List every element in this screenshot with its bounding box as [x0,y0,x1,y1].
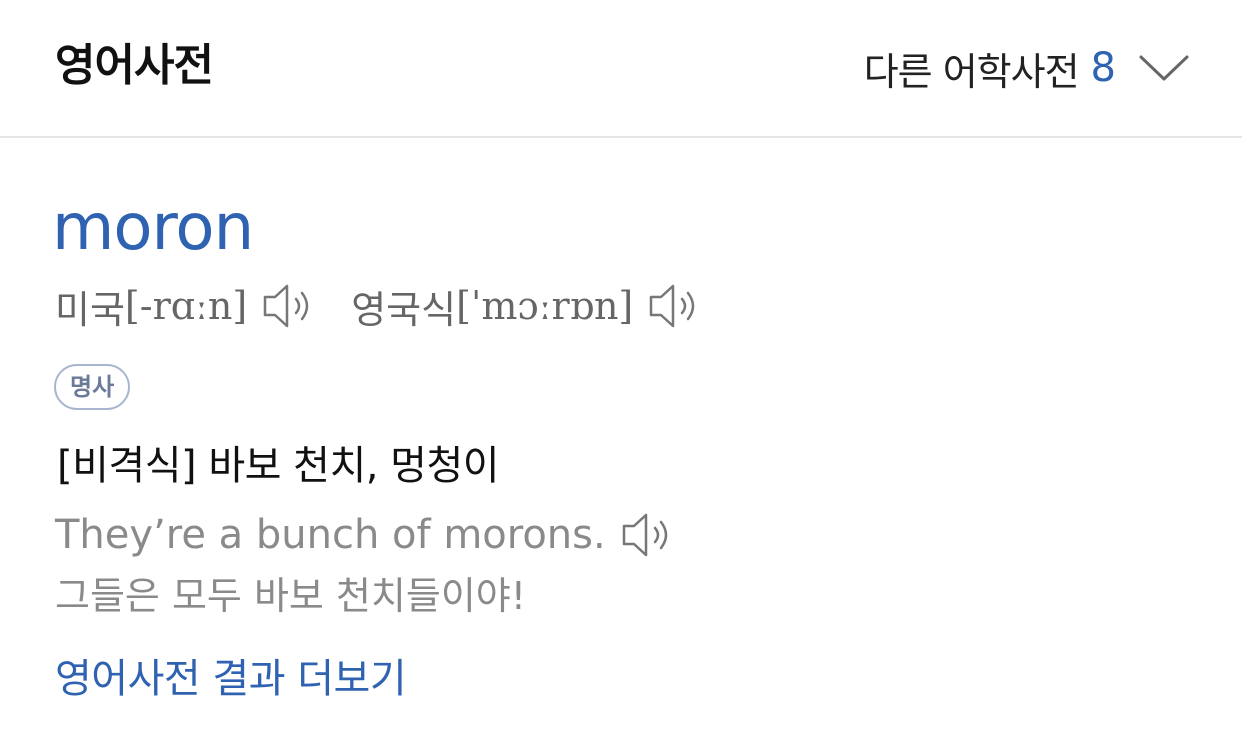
pronunciation-uk-ipa: [ˈmɔːrɒn] [456,284,634,328]
definition-text: [비격식] 바보 천치, 멍청이 [57,443,500,489]
pronunciation-us-ipa: [-rɑːn] [124,284,248,328]
other-dictionaries-label: 다른 어학사전 [863,49,1080,94]
pronunciation-uk-label: 영국식 [351,287,457,332]
example-sentence-row: They’re a bunch of morons. [55,506,676,564]
speaker-icon[interactable] [647,279,703,333]
pronunciation-us-label: 미국 [55,287,125,332]
other-dictionaries-count: 8 [1090,45,1116,91]
other-dictionaries-dropdown[interactable]: 다른 어학사전 8 [864,40,1190,96]
header-bar: 영어사전 다른 어학사전 8 [0,0,1242,138]
example-sentence-en: They’re a bunch of morons. [55,512,606,558]
part-of-speech-badge: 명사 [54,364,131,410]
pronunciation-row: 미국 [-rɑːn] 영국식 [ˈmɔːrɒn] [55,278,703,334]
page-title: 영어사전 [55,40,214,91]
speaker-icon[interactable] [261,279,317,333]
chevron-down-icon [1139,55,1189,81]
headword[interactable]: moron [52,188,254,268]
speaker-icon[interactable] [620,508,676,562]
example-sentence-ko: 그들은 모두 바보 천치들이야! [55,574,526,618]
more-results-link[interactable]: 영어사전 결과 더보기 [55,650,407,708]
